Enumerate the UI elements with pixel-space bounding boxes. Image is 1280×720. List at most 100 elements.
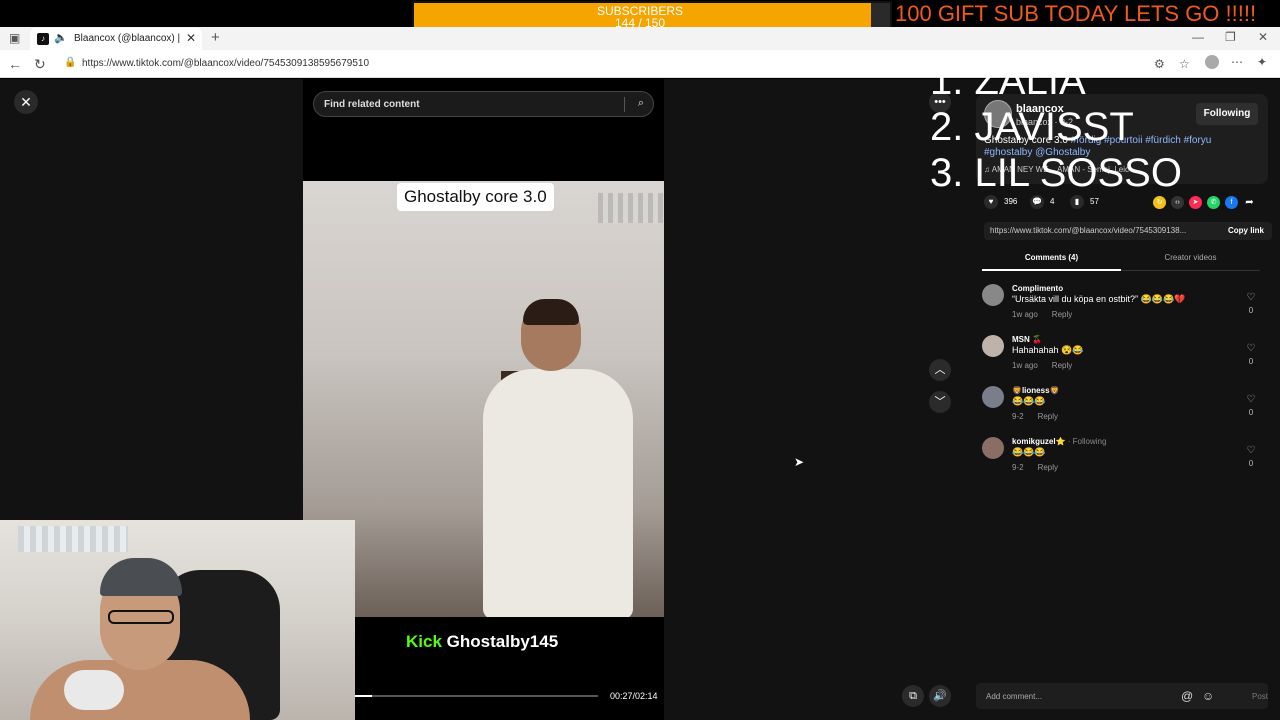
minimize-icon[interactable]: — [1192, 30, 1204, 44]
maximize-icon[interactable]: ❐ [1225, 30, 1236, 44]
search-icon[interactable]: ⌕ [638, 97, 644, 110]
comment-meta: 1w ago Reply [1012, 361, 1072, 370]
reply-button[interactable]: Reply [1052, 361, 1072, 370]
reply-button[interactable]: Reply [1038, 463, 1058, 472]
post-button[interactable]: Post [1252, 692, 1268, 701]
profile-icon[interactable] [1205, 55, 1219, 69]
video-timecode: 00:27/02:14 [610, 691, 658, 701]
microphone [64, 670, 124, 710]
comment-author-name: komikguzel⭐ [1012, 437, 1066, 446]
video-frame[interactable]: Ghostalby core 3.0 [303, 181, 664, 617]
mention-icon[interactable]: @ [1181, 689, 1193, 703]
browser-tab-bar: ▣ ♪ 🔈 Blaancox (@blaancox) | TikTok ✕ + … [0, 27, 1280, 50]
share-icon[interactable]: ➦ [1243, 196, 1256, 209]
comment-count: 4 [1050, 197, 1055, 206]
comment-avatar[interactable] [982, 284, 1004, 306]
tab-comments[interactable]: Comments (4) [982, 253, 1121, 262]
comment-meta: 1w ago Reply [1012, 310, 1072, 319]
person-body [483, 369, 633, 617]
ceiling-vent [598, 193, 664, 223]
heart-icon: ♥ [984, 195, 998, 209]
search-placeholder: Find related content [324, 99, 420, 110]
add-comment-field[interactable]: Add comment... @ ☺ Post [976, 683, 1268, 709]
tab-title: Blaancox (@blaancox) | TikTok [74, 33, 182, 44]
rank-item-1: 1. ZALIA [930, 59, 1086, 103]
whatsapp-icon[interactable]: ✆ [1207, 196, 1220, 209]
comment-avatar[interactable] [982, 437, 1004, 459]
copy-link-row: https://www.tiktok.com/@blaancox/video/7… [984, 222, 1272, 240]
comment-author[interactable]: 🦁lioness🦁 [1012, 386, 1060, 395]
embed-icon[interactable]: ‹› [1171, 196, 1184, 209]
comment-like-icon[interactable]: ♡ [1246, 343, 1256, 354]
webcam-window-blinds [18, 526, 128, 552]
repost-icon[interactable]: ↻ [1153, 196, 1166, 209]
comment-avatar[interactable] [982, 386, 1004, 408]
streamer-webcam [0, 520, 355, 720]
subscriber-goal-bar: SUBSCRIBERS 144 / 150 [412, 1, 892, 29]
speaker-icon[interactable]: 🔈 [54, 31, 68, 44]
browser-tab[interactable]: ♪ 🔈 Blaancox (@blaancox) | TikTok ✕ [30, 28, 202, 50]
comment-stat[interactable]: 💬 4 [1030, 195, 1054, 209]
comment-author[interactable]: komikguzel⭐ · Following [1012, 437, 1106, 446]
comment-author[interactable]: MSN 🍒 [1012, 335, 1042, 344]
comment-like-count: 0 [1248, 459, 1254, 468]
stream-ranking-list: 1. ZALIA 2. JAVISST 3. LIL SOSSO [930, 58, 1182, 196]
comment-time: 1w ago [1012, 361, 1038, 370]
comment-text: “Ursäkta vill du köpa en ostbit?” 😂😂😂💔 [1012, 294, 1186, 304]
close-icon[interactable]: ✕ [14, 90, 38, 114]
mouse-cursor-icon: ➤ [794, 455, 805, 469]
comment-meta: 9-2 Reply [1012, 463, 1058, 472]
copy-link-button[interactable]: Copy link [1228, 226, 1264, 235]
pip-icon[interactable]: ⧉ [902, 685, 924, 707]
rank-item-3: 3. LIL SOSSO [930, 151, 1182, 195]
tiktok-favicon-icon: ♪ [37, 33, 49, 45]
comment-like-icon[interactable]: ♡ [1246, 394, 1256, 405]
video-progress-bar[interactable] [355, 695, 598, 697]
volume-icon[interactable]: 🔊 [929, 685, 951, 707]
comment-time: 1w ago [1012, 310, 1038, 319]
related-search-input[interactable]: Find related content ⌕ [313, 91, 654, 117]
emoji-icon[interactable]: ☺ [1202, 689, 1214, 703]
window-close-icon[interactable]: ✕ [1258, 30, 1268, 44]
reply-button[interactable]: Reply [1038, 412, 1058, 421]
comment-like-icon[interactable]: ♡ [1246, 445, 1256, 456]
streamer-glasses [108, 610, 174, 624]
comment-like-count: 0 [1248, 306, 1254, 315]
lock-icon[interactable]: 🔒 [64, 57, 76, 68]
tab-actions-icon[interactable]: ▣ [9, 31, 20, 45]
video-player[interactable]: Find related content ⌕ Ghostalby core 3.… [303, 79, 664, 720]
send-icon[interactable]: ➤ [1189, 196, 1202, 209]
comment-like-count: 0 [1248, 408, 1254, 417]
panel-tabs: Comments (4) Creator videos [982, 249, 1260, 271]
comment-like-icon[interactable]: ♡ [1246, 292, 1256, 303]
comment-item: Complimento “Ursäkta vill du köpa en ost… [982, 284, 1262, 330]
comment-placeholder: Add comment... [986, 692, 1043, 701]
tab-close-icon[interactable]: ✕ [186, 31, 196, 45]
tab-creator-videos[interactable]: Creator videos [1121, 253, 1260, 262]
previous-video-icon[interactable]: ︿ [929, 359, 951, 381]
save-stat[interactable]: ▮ 57 [1070, 195, 1099, 209]
save-count: 57 [1090, 197, 1099, 206]
comment-item: komikguzel⭐ · Following 😂😂😂 9-2 Reply ♡ 0 [982, 437, 1262, 483]
refresh-icon[interactable]: ↻ [34, 56, 46, 73]
back-icon[interactable]: ← [8, 56, 22, 72]
comment-text: 😂😂😂 [1012, 447, 1046, 457]
comment-item: MSN 🍒 Hahahahah 😵😂 1w ago Reply ♡ 0 [982, 335, 1262, 381]
comment-icon: 💬 [1030, 195, 1044, 209]
following-tag: · Following [1065, 437, 1107, 446]
copilot-icon[interactable]: ✦ [1257, 55, 1267, 69]
comment-avatar[interactable] [982, 335, 1004, 357]
new-tab-icon[interactable]: + [211, 29, 220, 46]
like-stat[interactable]: ♥ 396 [984, 195, 1017, 209]
comment-item: 🦁lioness🦁 😂😂😂 9-2 Reply ♡ 0 [982, 386, 1262, 432]
comment-author[interactable]: Complimento [1012, 284, 1063, 293]
kick-word: Kick [406, 632, 442, 651]
person-hair [523, 299, 579, 325]
reply-button[interactable]: Reply [1052, 310, 1072, 319]
following-button[interactable]: Following [1196, 103, 1258, 125]
facebook-icon[interactable]: f [1225, 196, 1238, 209]
next-video-icon[interactable]: ﹀ [929, 391, 951, 413]
comment-like-count: 0 [1248, 357, 1254, 366]
more-menu-icon[interactable]: ⋯ [1231, 55, 1243, 69]
comment-text: Hahahahah 😵😂 [1012, 345, 1084, 355]
